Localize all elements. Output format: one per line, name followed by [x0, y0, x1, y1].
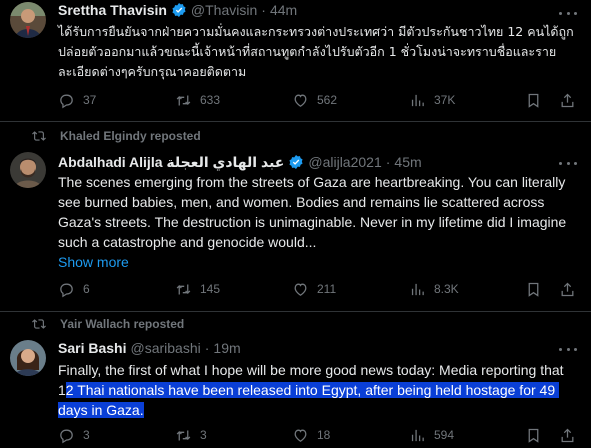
repost-context[interactable]: Khaled Elgindy reposted: [32, 126, 579, 146]
repost-button[interactable]: 145: [175, 281, 292, 298]
views-count: 37K: [434, 93, 456, 107]
reply-count: 37: [83, 93, 97, 107]
views-count: 8.3K: [434, 282, 459, 296]
author-name[interactable]: Sari Bashi: [58, 340, 126, 356]
author-name[interactable]: Srettha Thavisin: [58, 2, 167, 18]
share-button[interactable]: [559, 92, 579, 109]
bookmark-icon: [528, 282, 539, 297]
share-icon: [561, 282, 574, 296]
tweet-header: Abdalhadi Alijla عبد الهادي العجلة @alij…: [58, 152, 579, 172]
repost-icon: [176, 284, 191, 294]
share-button[interactable]: [559, 427, 579, 444]
like-button[interactable]: 562: [292, 92, 409, 109]
reply-count: 3: [83, 428, 90, 442]
tweet-header: Sari Bashi @saribashi · 19m: [58, 338, 579, 358]
tweet[interactable]: Khaled Elgindy reposted Abdalhadi Alijla…: [0, 126, 591, 312]
repost-by-label[interactable]: Yair Wallach reposted: [60, 317, 184, 331]
views-chart-icon: [411, 429, 424, 441]
author-name[interactable]: Abdalhadi Alijla عبد الهادي العجلة: [58, 154, 284, 171]
repost-button[interactable]: 633: [175, 92, 292, 109]
avatar[interactable]: [10, 340, 46, 376]
views-button[interactable]: 37K: [409, 92, 525, 109]
avatar[interactable]: [10, 152, 46, 188]
tweet-time[interactable]: 19m: [213, 340, 240, 356]
more-options-icon[interactable]: [559, 156, 577, 170]
tweet-text: The scenes emerging from the streets of …: [58, 174, 571, 250]
separator-dot: ·: [261, 2, 266, 18]
more-options-icon[interactable]: [559, 6, 577, 20]
more-options-icon[interactable]: [559, 342, 577, 356]
heart-icon: [294, 283, 307, 296]
like-button[interactable]: 211: [292, 281, 409, 298]
separator-dot: ·: [204, 340, 210, 356]
person-avatar-icon: [10, 340, 46, 376]
author-handle[interactable]: @saribashi: [130, 340, 200, 356]
author-handle[interactable]: @alijla2021: [308, 154, 381, 170]
share-button[interactable]: [559, 281, 579, 298]
tweet-actions: 37 633 562 37K: [58, 90, 579, 110]
tweet-actions: 6 145 211 8.3K: [58, 279, 579, 299]
tweet[interactable]: Yair Wallach reposted Sari Bashi @sariba…: [0, 314, 591, 448]
timeline-feed: Srettha Thavisin @Thavisin · 44m ได้รับก…: [0, 0, 591, 448]
reply-icon: [60, 94, 73, 108]
tweet-actions: 3 3 18 594: [58, 425, 579, 445]
reply-button[interactable]: 37: [58, 92, 175, 109]
views-count: 594: [434, 428, 455, 442]
bookmark-button[interactable]: [525, 427, 559, 444]
show-more-link[interactable]: Show more: [58, 252, 579, 272]
reply-icon: [60, 429, 73, 443]
heart-icon: [294, 429, 307, 442]
tweet[interactable]: Srettha Thavisin @Thavisin · 44m ได้รับก…: [0, 0, 591, 122]
like-button[interactable]: 18: [292, 427, 409, 444]
share-icon: [561, 93, 574, 107]
tweet-text: ได้รับการยืนยันจากฝ่ายความมั่นคงและกระทร…: [58, 24, 574, 79]
bookmark-icon: [528, 428, 539, 443]
views-button[interactable]: 8.3K: [409, 281, 525, 298]
bookmark-icon: [528, 93, 539, 108]
reply-icon: [60, 283, 73, 297]
like-count: 18: [317, 428, 331, 442]
bookmark-button[interactable]: [525, 92, 559, 109]
views-chart-icon: [411, 283, 424, 295]
repost-icon: [32, 129, 52, 143]
repost-icon: [32, 317, 52, 331]
share-icon: [561, 428, 574, 442]
repost-count: 145: [200, 282, 221, 296]
views-chart-icon: [411, 94, 424, 106]
repost-context[interactable]: Yair Wallach reposted: [32, 314, 579, 334]
bookmark-button[interactable]: [525, 281, 559, 298]
tweet-header: Srettha Thavisin @Thavisin · 44m: [58, 0, 579, 20]
person-avatar-icon: [10, 152, 46, 188]
views-button[interactable]: 594: [409, 427, 525, 444]
separator-dot: ·: [385, 154, 391, 170]
verified-badge-icon: [171, 2, 187, 18]
repost-button[interactable]: 3: [175, 427, 292, 444]
repost-count: 3: [200, 428, 207, 442]
person-avatar-icon: [10, 2, 46, 38]
tweet-time[interactable]: 45m: [394, 154, 421, 170]
reply-count: 6: [83, 282, 90, 296]
author-handle[interactable]: @Thavisin: [191, 2, 257, 18]
repost-by-label[interactable]: Khaled Elgindy reposted: [60, 129, 201, 143]
verified-badge-icon: [288, 154, 304, 170]
like-count: 562: [317, 93, 338, 107]
like-count: 211: [317, 282, 337, 296]
avatar[interactable]: [10, 2, 46, 38]
heart-icon: [294, 94, 307, 107]
selected-text-highlight: 2 Thai nationals have been released into…: [58, 382, 559, 418]
tweet-text: Finally, the first of what I hope will b…: [58, 360, 579, 420]
reply-button[interactable]: 6: [58, 281, 175, 298]
repost-icon: [176, 430, 191, 440]
repost-count: 633: [200, 93, 221, 107]
tweet-time[interactable]: 44m: [270, 2, 297, 18]
reply-button[interactable]: 3: [58, 427, 175, 444]
repost-icon: [176, 95, 191, 105]
